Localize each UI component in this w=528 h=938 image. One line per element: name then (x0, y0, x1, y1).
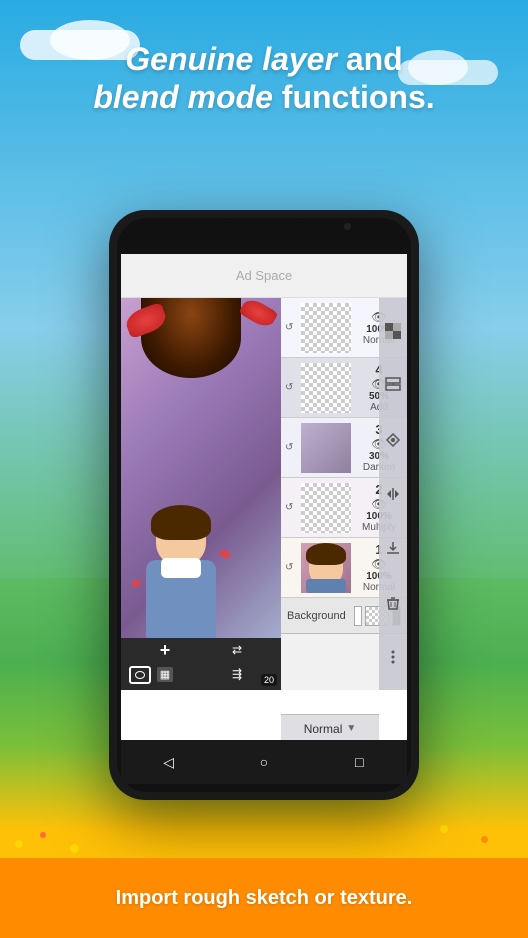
camera-btn-area[interactable] (129, 666, 151, 684)
merge-icon-top: ↺ (285, 322, 301, 333)
header-line2-suffix: functions. (273, 79, 435, 115)
nav-recent[interactable]: □ (347, 750, 371, 774)
layer-thumb-2 (301, 483, 351, 533)
header-text: Genuine layer and blend mode functions. (0, 40, 528, 117)
right-sidebar (379, 298, 407, 690)
char-collar (161, 558, 201, 578)
bottom-banner: Import rough sketch or texture. (0, 858, 528, 938)
nav-home[interactable]: ○ (252, 750, 276, 774)
layer-thumb-top (301, 303, 351, 353)
header-line1-suffix: and (337, 41, 403, 77)
petal-2 (238, 298, 278, 330)
merge-icon-3: ↺ (285, 442, 301, 453)
layer-thumb-4 (301, 363, 351, 413)
header-line2-italic: blend mode (93, 79, 273, 115)
layer-thumb-3 (301, 423, 351, 473)
delete-icon[interactable] (382, 592, 404, 614)
toolbar-row-1: + ⇄ (121, 638, 281, 662)
phone-mockup: Ad Space (109, 210, 419, 800)
phone-camera (344, 223, 351, 230)
ad-space-label: Ad Space (236, 268, 292, 283)
background-label: Background (287, 610, 346, 622)
phone-nav-bar: ◁ ○ □ (121, 740, 407, 784)
merge-icon-2: ↺ (285, 502, 301, 513)
more-options-icon[interactable] (382, 646, 404, 668)
phone-speaker (224, 222, 304, 234)
layer-effect-btn[interactable]: ⇶ (223, 664, 251, 684)
transform-icon[interactable] (382, 429, 404, 451)
layer-down-btn[interactable]: ▦ (151, 664, 179, 684)
merge-icon-1: ↺ (285, 562, 301, 573)
phone-screen-container: Ad Space (117, 218, 411, 792)
header-line1-italic: Genuine layer (125, 41, 337, 77)
add-layer-btn[interactable]: + (151, 640, 179, 660)
download-icon[interactable] (382, 537, 404, 559)
ad-space: Ad Space (121, 254, 407, 298)
blend-dropdown-icon: ▼ (346, 723, 356, 734)
num-badge: 20 (261, 674, 277, 686)
bg-swatch-white[interactable] (354, 606, 363, 626)
bottom-banner-text: Import rough sketch or texture. (116, 887, 413, 910)
merge-icon-4: ↺ (285, 382, 301, 393)
checkerboard-icon[interactable] (382, 320, 404, 342)
char-petal-1 (218, 548, 232, 560)
canvas-toolbar: + ⇄ ▦ ⇶ (121, 638, 281, 690)
phone-screen: Ad Space (121, 254, 407, 742)
canvas-area[interactable]: + ⇄ ▦ ⇶ (121, 298, 281, 690)
layer-thumb-1 (301, 543, 351, 593)
merge-btn[interactable]: ⇄ (223, 640, 251, 660)
canvas-image (121, 298, 281, 690)
blend-mode-bar[interactable]: Normal ▼ (281, 714, 379, 742)
char-hair (151, 505, 211, 540)
merge-layers-icon[interactable] (382, 374, 404, 396)
char-petal-2 (130, 579, 141, 588)
flip-icon[interactable] (382, 483, 404, 505)
nav-back[interactable]: ◁ (157, 750, 181, 774)
blend-mode-label: Normal (304, 722, 343, 736)
